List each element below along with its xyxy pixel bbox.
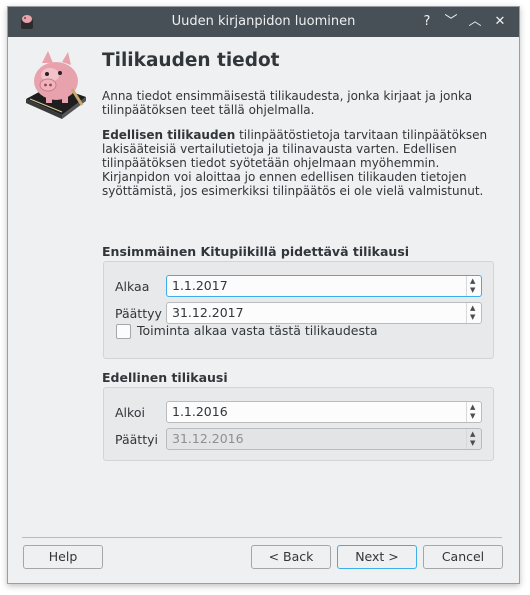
previous-period-group: Alkoi 1.1.2016 ▲ ▼ Päättyi 31.12.2016 ▲ ▼ [103, 387, 494, 461]
first-period-end-value: 31.12.2017 [172, 305, 244, 320]
previous-end-label: Päättyi [115, 432, 158, 447]
spin-arrows[interactable]: ▲ ▼ [466, 303, 481, 323]
close-icon[interactable]: ✕ [490, 12, 510, 32]
previous-period-end-value: 31.12.2016 [172, 431, 244, 446]
end-label: Päättyy [115, 306, 162, 321]
help-button[interactable]: Help [23, 545, 103, 569]
start-label: Alkaa [115, 279, 150, 294]
cancel-button[interactable]: Cancel [423, 545, 503, 569]
wizard-window: Uuden kirjanpidon luominen ? ﹀ ︿ ✕ Tilik… [7, 6, 520, 584]
first-period-heading: Ensimmäinen Kitupiikillä pidettävä tilik… [102, 244, 410, 259]
previous-period-end-input: 31.12.2016 ▲ ▼ [166, 428, 482, 450]
help-icon[interactable]: ? [417, 12, 437, 32]
first-period-start-value: 1.1.2017 [172, 278, 228, 293]
spin-arrows[interactable]: ▲ ▼ [466, 402, 481, 422]
back-button[interactable]: < Back [251, 545, 331, 569]
previous-period-bold: Edellisen tilikauden [102, 128, 236, 142]
page-heading: Tilikauden tiedot [102, 50, 280, 71]
minimize-icon[interactable]: ﹀ [441, 12, 461, 32]
wizard-content: Tilikauden tiedot Anna tiedot ensimmäise… [8, 37, 519, 583]
maximize-icon[interactable]: ︿ [465, 12, 485, 32]
previous-period-heading: Edellinen tilikausi [102, 370, 228, 385]
previous-period-start-value: 1.1.2016 [172, 404, 228, 419]
operations-start-checkbox[interactable] [116, 324, 131, 339]
previous-period-info: Edellisen tilikauden tilinpäätöstietoja … [102, 128, 502, 198]
next-button[interactable]: Next > [337, 545, 417, 569]
intro-text: Anna tiedot ensimmäisestä tilikaudesta, … [102, 89, 473, 117]
previous-period-start-input[interactable]: 1.1.2016 ▲ ▼ [166, 401, 482, 423]
first-period-group: Alkaa 1.1.2017 ▲ ▼ Päättyy 31.12.2017 ▲ ▼ … [103, 261, 494, 359]
previous-start-label: Alkoi [115, 405, 145, 420]
first-period-end-input[interactable]: 31.12.2017 ▲ ▼ [166, 302, 482, 324]
piggy-bank-book-icon [26, 51, 86, 119]
title-bar[interactable]: Uuden kirjanpidon luominen ? ﹀ ︿ ✕ [8, 7, 519, 37]
operations-start-label[interactable]: Toiminta alkaa vasta tästä tilikaudesta [137, 323, 378, 338]
spin-arrows: ▲ ▼ [466, 429, 481, 449]
spin-arrows[interactable]: ▲ ▼ [466, 276, 481, 296]
first-period-start-input[interactable]: 1.1.2017 ▲ ▼ [166, 275, 482, 297]
button-separator [22, 537, 502, 538]
